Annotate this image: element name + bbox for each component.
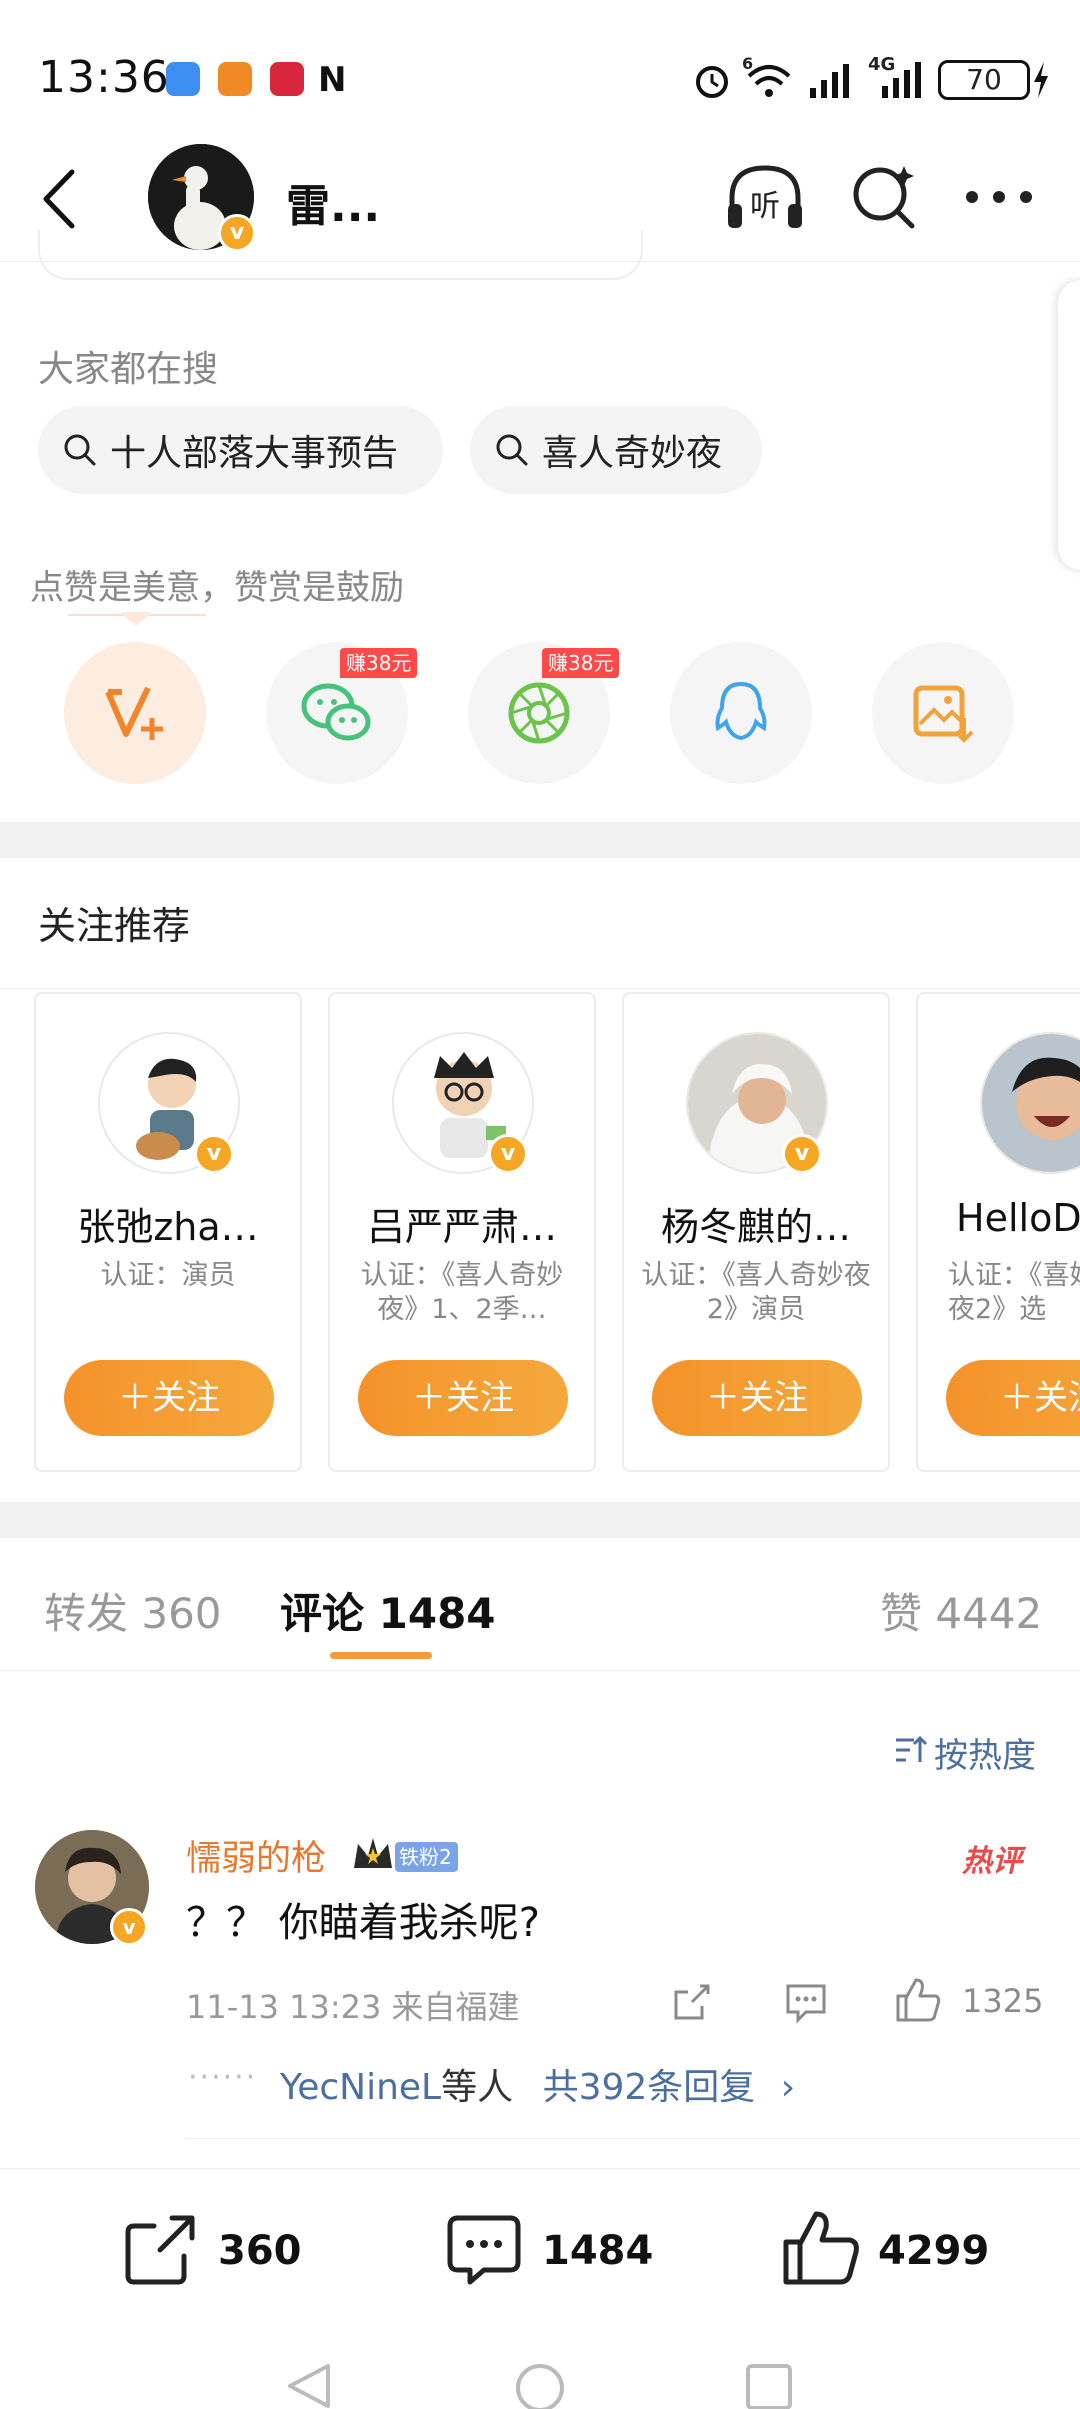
recommend-card[interactable]: v 张弛zha… 认证：演员 ＋关注 xyxy=(34,992,302,1472)
earn-badge: 赚38元 xyxy=(340,648,418,678)
comment-count[interactable]: 1484 xyxy=(542,2228,653,2274)
comment-icon[interactable] xyxy=(444,2210,524,2290)
follow-button[interactable]: ＋关注 xyxy=(358,1360,568,1436)
forward-comment-icon[interactable] xyxy=(670,1980,714,2024)
search-icon xyxy=(64,434,96,466)
hot-comment-label: 热评 xyxy=(962,1844,1022,1879)
divider xyxy=(0,1670,1080,1671)
reward-caption: 点赞是美意，赞赏是鼓励 xyxy=(30,568,404,608)
verified-badge-icon: v xyxy=(110,1908,148,1946)
earn-badge: 赚38元 xyxy=(542,648,620,678)
reply-summary[interactable]: YecNineL等人 共392条回复 › xyxy=(280,2058,795,2110)
reply-comment-icon[interactable] xyxy=(784,1980,828,2024)
trending-chip-label: 喜人奇妙夜 xyxy=(542,433,723,474)
svg-text:听: 听 xyxy=(750,189,780,224)
recommend-desc: 认证：《喜妙夜2》选 xyxy=(948,1260,1080,1325)
recommend-desc: 认证：演员 xyxy=(100,1260,236,1291)
sort-icon[interactable] xyxy=(892,1732,928,1768)
recommend-desc: 认证：《喜人奇妙夜》1、2季… xyxy=(360,1260,564,1325)
chevron-right-icon: › xyxy=(780,2067,796,2108)
nav-home-icon[interactable] xyxy=(512,2360,568,2409)
reply-total[interactable]: 共392条回复 xyxy=(543,2067,756,2108)
signal-icon xyxy=(810,64,849,98)
recommend-card[interactable]: v 吕严严肃… 认证：《喜人奇妙夜》1、2季… ＋关注 xyxy=(328,992,596,1472)
follow-button[interactable]: ＋关注 xyxy=(64,1360,274,1436)
alarm-icon xyxy=(696,66,728,98)
verified-badge-icon: v xyxy=(782,1134,822,1174)
recommend-desc: 认证：《喜人奇妙夜2》演员 xyxy=(641,1260,871,1325)
author-name[interactable]: 雷... xyxy=(286,170,380,234)
recommend-name: HelloD xyxy=(956,1196,1080,1240)
recommend-name: 杨冬麒的… xyxy=(660,1205,851,1249)
recommend-name: 张弛zha… xyxy=(77,1205,259,1249)
nfc-icon: N xyxy=(318,60,347,100)
like-icon[interactable] xyxy=(780,2206,864,2290)
comment-like-count: 1325 xyxy=(962,1982,1044,2020)
comment-meta: 11-13 13:23 来自福建 xyxy=(186,1988,520,2026)
back-arrow-icon[interactable] xyxy=(36,166,80,232)
message-app-icon xyxy=(166,62,200,96)
fan-badge: 铁粉2 xyxy=(395,1842,458,1872)
side-panel-edge[interactable] xyxy=(1058,280,1080,570)
tmall-app-icon xyxy=(270,62,304,96)
section-divider xyxy=(0,822,1080,858)
verified-badge-icon: v xyxy=(194,1134,234,1174)
trending-chip-1[interactable]: 十人部落大事预告 xyxy=(38,406,443,494)
qq-penguin-icon xyxy=(715,681,767,741)
recommend-avatar[interactable] xyxy=(980,1032,1080,1174)
reward-v-plus-icon xyxy=(105,686,163,740)
repost-count[interactable]: 360 xyxy=(218,2228,302,2274)
reply-suffix: 等人 xyxy=(441,2067,514,2108)
nav-recents-icon[interactable] xyxy=(744,2362,794,2409)
wechat-icon xyxy=(301,683,371,741)
shopping-app-icon xyxy=(218,62,252,96)
comment-username[interactable]: 懦弱的枪 xyxy=(186,1830,326,1881)
like-count[interactable]: 4299 xyxy=(878,2228,989,2274)
sort-label[interactable]: 按热度 xyxy=(934,1728,1036,1777)
trending-chip-2[interactable]: 喜人奇妙夜 xyxy=(470,406,762,494)
follow-button[interactable]: ＋关注 xyxy=(652,1360,862,1436)
save-image-icon xyxy=(913,685,974,743)
signal-4g-icon xyxy=(882,62,921,98)
search-icon[interactable] xyxy=(848,160,922,234)
search-icon xyxy=(496,434,528,466)
wifi-label: 6 xyxy=(742,54,754,73)
reward-button[interactable] xyxy=(64,642,206,784)
like-comment-icon[interactable] xyxy=(894,1976,944,2024)
battery-indicator: 70 xyxy=(938,60,1030,100)
follow-button[interactable]: ＋关注 xyxy=(946,1360,1080,1436)
save-image-button[interactable] xyxy=(872,642,1014,784)
reply-dots: ······ xyxy=(188,2060,258,2095)
recommend-card[interactable]: v 杨冬麒的… 认证：《喜人奇妙夜2》演员 ＋关注 xyxy=(622,992,890,1472)
share-qq-button[interactable] xyxy=(670,642,812,784)
moments-aperture-icon xyxy=(508,682,570,744)
tab-repost[interactable]: 转发 360 xyxy=(44,1580,222,1641)
listen-icon[interactable]: 听 xyxy=(722,160,808,238)
charging-icon xyxy=(1034,62,1048,98)
tab-likes[interactable]: 赞 4442 xyxy=(880,1580,1042,1641)
crown-icon xyxy=(354,1838,392,1868)
section-divider xyxy=(0,1502,1080,1538)
recommend-title: 关注推荐 xyxy=(38,904,191,948)
active-tab-indicator xyxy=(330,1652,432,1659)
divider xyxy=(186,2138,1080,2139)
recommend-name: 吕严严肃… xyxy=(366,1205,557,1249)
reply-user[interactable]: YecNineL xyxy=(280,2067,441,2108)
repost-icon[interactable] xyxy=(120,2210,200,2290)
recommend-card[interactable]: HelloD 认证：《喜妙夜2》选 ＋关注 xyxy=(916,992,1080,1472)
nav-back-icon[interactable] xyxy=(284,2360,334,2409)
previous-card-edge xyxy=(38,230,643,280)
caption-pointer-icon xyxy=(120,612,152,626)
tab-comments[interactable]: 评论 1484 xyxy=(280,1580,496,1641)
status-time: 13:36 xyxy=(38,52,170,103)
trending-label: 大家都在搜 xyxy=(38,349,219,390)
more-options-icon[interactable] xyxy=(962,182,1036,212)
trending-chip-label: 十人部落大事预告 xyxy=(110,433,399,474)
verified-badge-icon: v xyxy=(488,1134,528,1174)
divider xyxy=(0,988,1080,989)
comment-text: ？？ 你瞄着我杀呢? xyxy=(186,1900,540,1946)
